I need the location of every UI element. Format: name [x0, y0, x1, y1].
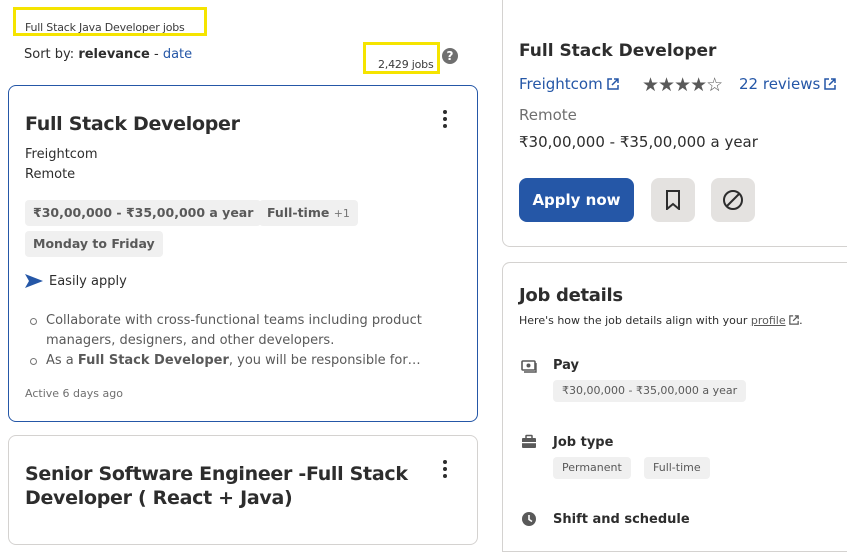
pay-tag: ₹30,00,000 - ₹35,00,000 a year	[553, 380, 747, 402]
schedule-chip: Monday to Friday	[25, 231, 163, 257]
sort-separator: -	[153, 47, 159, 62]
detail-location: Remote	[519, 106, 577, 124]
job-type-chip-label: Full-time	[267, 205, 330, 220]
job-type-tag: Full-time	[644, 457, 710, 479]
pay-label: Pay	[553, 358, 580, 373]
detail-pay: ₹30,00,000 - ₹35,00,000 a year	[519, 133, 758, 151]
job-details-section: Job details Here's how the job details a…	[502, 262, 847, 552]
sort-prefix: Sort by:	[24, 47, 75, 62]
job-card-selected[interactable]: Full Stack Developer Freightcom Remote ₹…	[8, 85, 478, 422]
help-icon[interactable]: ?	[442, 48, 458, 64]
external-link-icon	[824, 78, 837, 90]
search-query-highlight: Full Stack Java Developer jobs	[13, 7, 207, 36]
pay-icon	[521, 360, 537, 373]
sort-relevance[interactable]: relevance	[78, 47, 150, 62]
kebab-icon[interactable]	[439, 460, 451, 482]
apply-now-button[interactable]: Apply now	[519, 178, 634, 222]
detail-company-link[interactable]: Freightcom	[519, 75, 619, 93]
not-interested-button[interactable]	[711, 178, 755, 222]
clock-icon	[522, 512, 536, 526]
snippet-bullet: As a Full Stack Developer, you will be r…	[25, 351, 445, 371]
posted-date: Active 6 days ago	[25, 387, 123, 400]
detail-title: Full Stack Developer	[519, 41, 717, 61]
job-card-company: Freightcom	[25, 147, 98, 162]
easy-apply-row: Easily apply	[25, 274, 127, 289]
job-type-tag: Permanent	[553, 457, 631, 479]
sort-date-link[interactable]: date	[163, 47, 192, 62]
reviews-link[interactable]: 22 reviews	[739, 75, 837, 93]
send-icon	[25, 274, 43, 288]
external-link-icon	[789, 315, 799, 325]
job-card-title[interactable]: Full Stack Developer	[25, 112, 240, 136]
shift-schedule-label: Shift and schedule	[553, 512, 690, 527]
job-type-more: +1	[333, 207, 350, 220]
job-card[interactable]: Senior Software Engineer -Full Stack Dev…	[8, 435, 478, 545]
job-count-highlight: 2,429 jobs	[363, 42, 440, 74]
rating-stars: ★★★★☆	[642, 74, 723, 96]
salary-chip: ₹30,00,000 - ₹35,00,000 a year	[25, 200, 262, 226]
job-card-location: Remote	[25, 167, 76, 182]
profile-link[interactable]: profile	[751, 314, 786, 327]
job-type-chip: Full-time +1	[259, 200, 358, 226]
search-query-label: Full Stack Java Developer jobs	[25, 21, 185, 34]
bookmark-icon	[666, 190, 680, 210]
not-interested-icon	[723, 190, 743, 210]
sort-bar: Sort by: relevance - date	[24, 47, 192, 62]
snippet-bullet: Collaborate with cross-functional teams …	[25, 311, 445, 351]
save-job-button[interactable]	[651, 178, 695, 222]
job-detail-header: Full Stack Developer Freightcom ★★★★☆ 22…	[502, 0, 847, 247]
job-type-label: Job type	[553, 435, 614, 450]
kebab-icon[interactable]	[439, 110, 451, 132]
easy-apply-label: Easily apply	[49, 274, 127, 289]
job-details-subtitle: Here's how the job details align with yo…	[519, 314, 803, 327]
external-link-icon	[606, 78, 619, 90]
job-count: 2,429 jobs	[378, 58, 434, 71]
job-snippet: Collaborate with cross-functional teams …	[25, 311, 445, 371]
job-details-heading: Job details	[519, 285, 623, 306]
briefcase-icon	[522, 434, 536, 448]
job-card-title[interactable]: Senior Software Engineer -Full Stack Dev…	[25, 462, 408, 510]
